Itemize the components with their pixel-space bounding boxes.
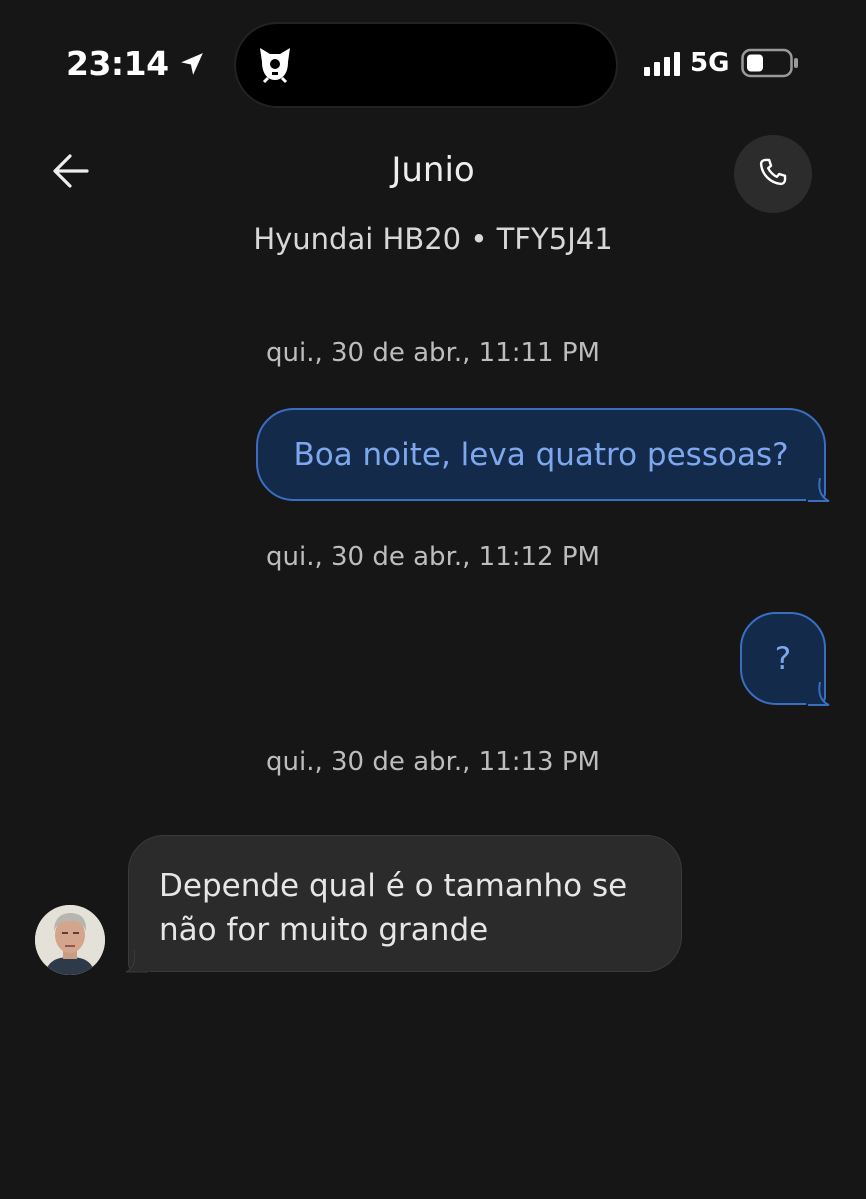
- bubble-tail: [125, 950, 150, 973]
- app-activity-icon: [252, 42, 298, 92]
- battery-icon: [741, 48, 799, 78]
- dynamic-island: [236, 24, 616, 106]
- cellular-signal-icon: [644, 50, 680, 76]
- message-timestamp: qui., 30 de abr., 11:12 PM: [266, 542, 600, 572]
- status-clock: 23:14: [66, 44, 169, 83]
- message-text: ?: [774, 640, 792, 677]
- message-timestamp: qui., 30 de abr., 11:11 PM: [266, 338, 600, 368]
- message-text: Depende qual é o tamanho se não for muit…: [159, 868, 628, 948]
- vehicle-info: Hyundai HB20 • TFY5J41: [253, 222, 613, 256]
- incoming-message-bubble[interactable]: Depende qual é o tamanho se não for muit…: [128, 835, 682, 972]
- status-time: 23:14: [66, 44, 205, 83]
- bubble-tail: [806, 682, 830, 706]
- location-arrow-icon: [179, 51, 205, 77]
- contact-avatar[interactable]: [35, 905, 105, 975]
- message-text: Boa noite, leva quatro pessoas?: [293, 436, 789, 473]
- call-button[interactable]: [734, 135, 812, 213]
- status-indicators: 5G: [644, 48, 799, 78]
- bubble-tail: [806, 478, 830, 502]
- message-timestamp: qui., 30 de abr., 11:13 PM: [266, 747, 600, 777]
- network-type: 5G: [690, 48, 730, 78]
- outgoing-message-bubble[interactable]: Boa noite, leva quatro pessoas?: [256, 408, 826, 501]
- phone-icon: [756, 155, 790, 193]
